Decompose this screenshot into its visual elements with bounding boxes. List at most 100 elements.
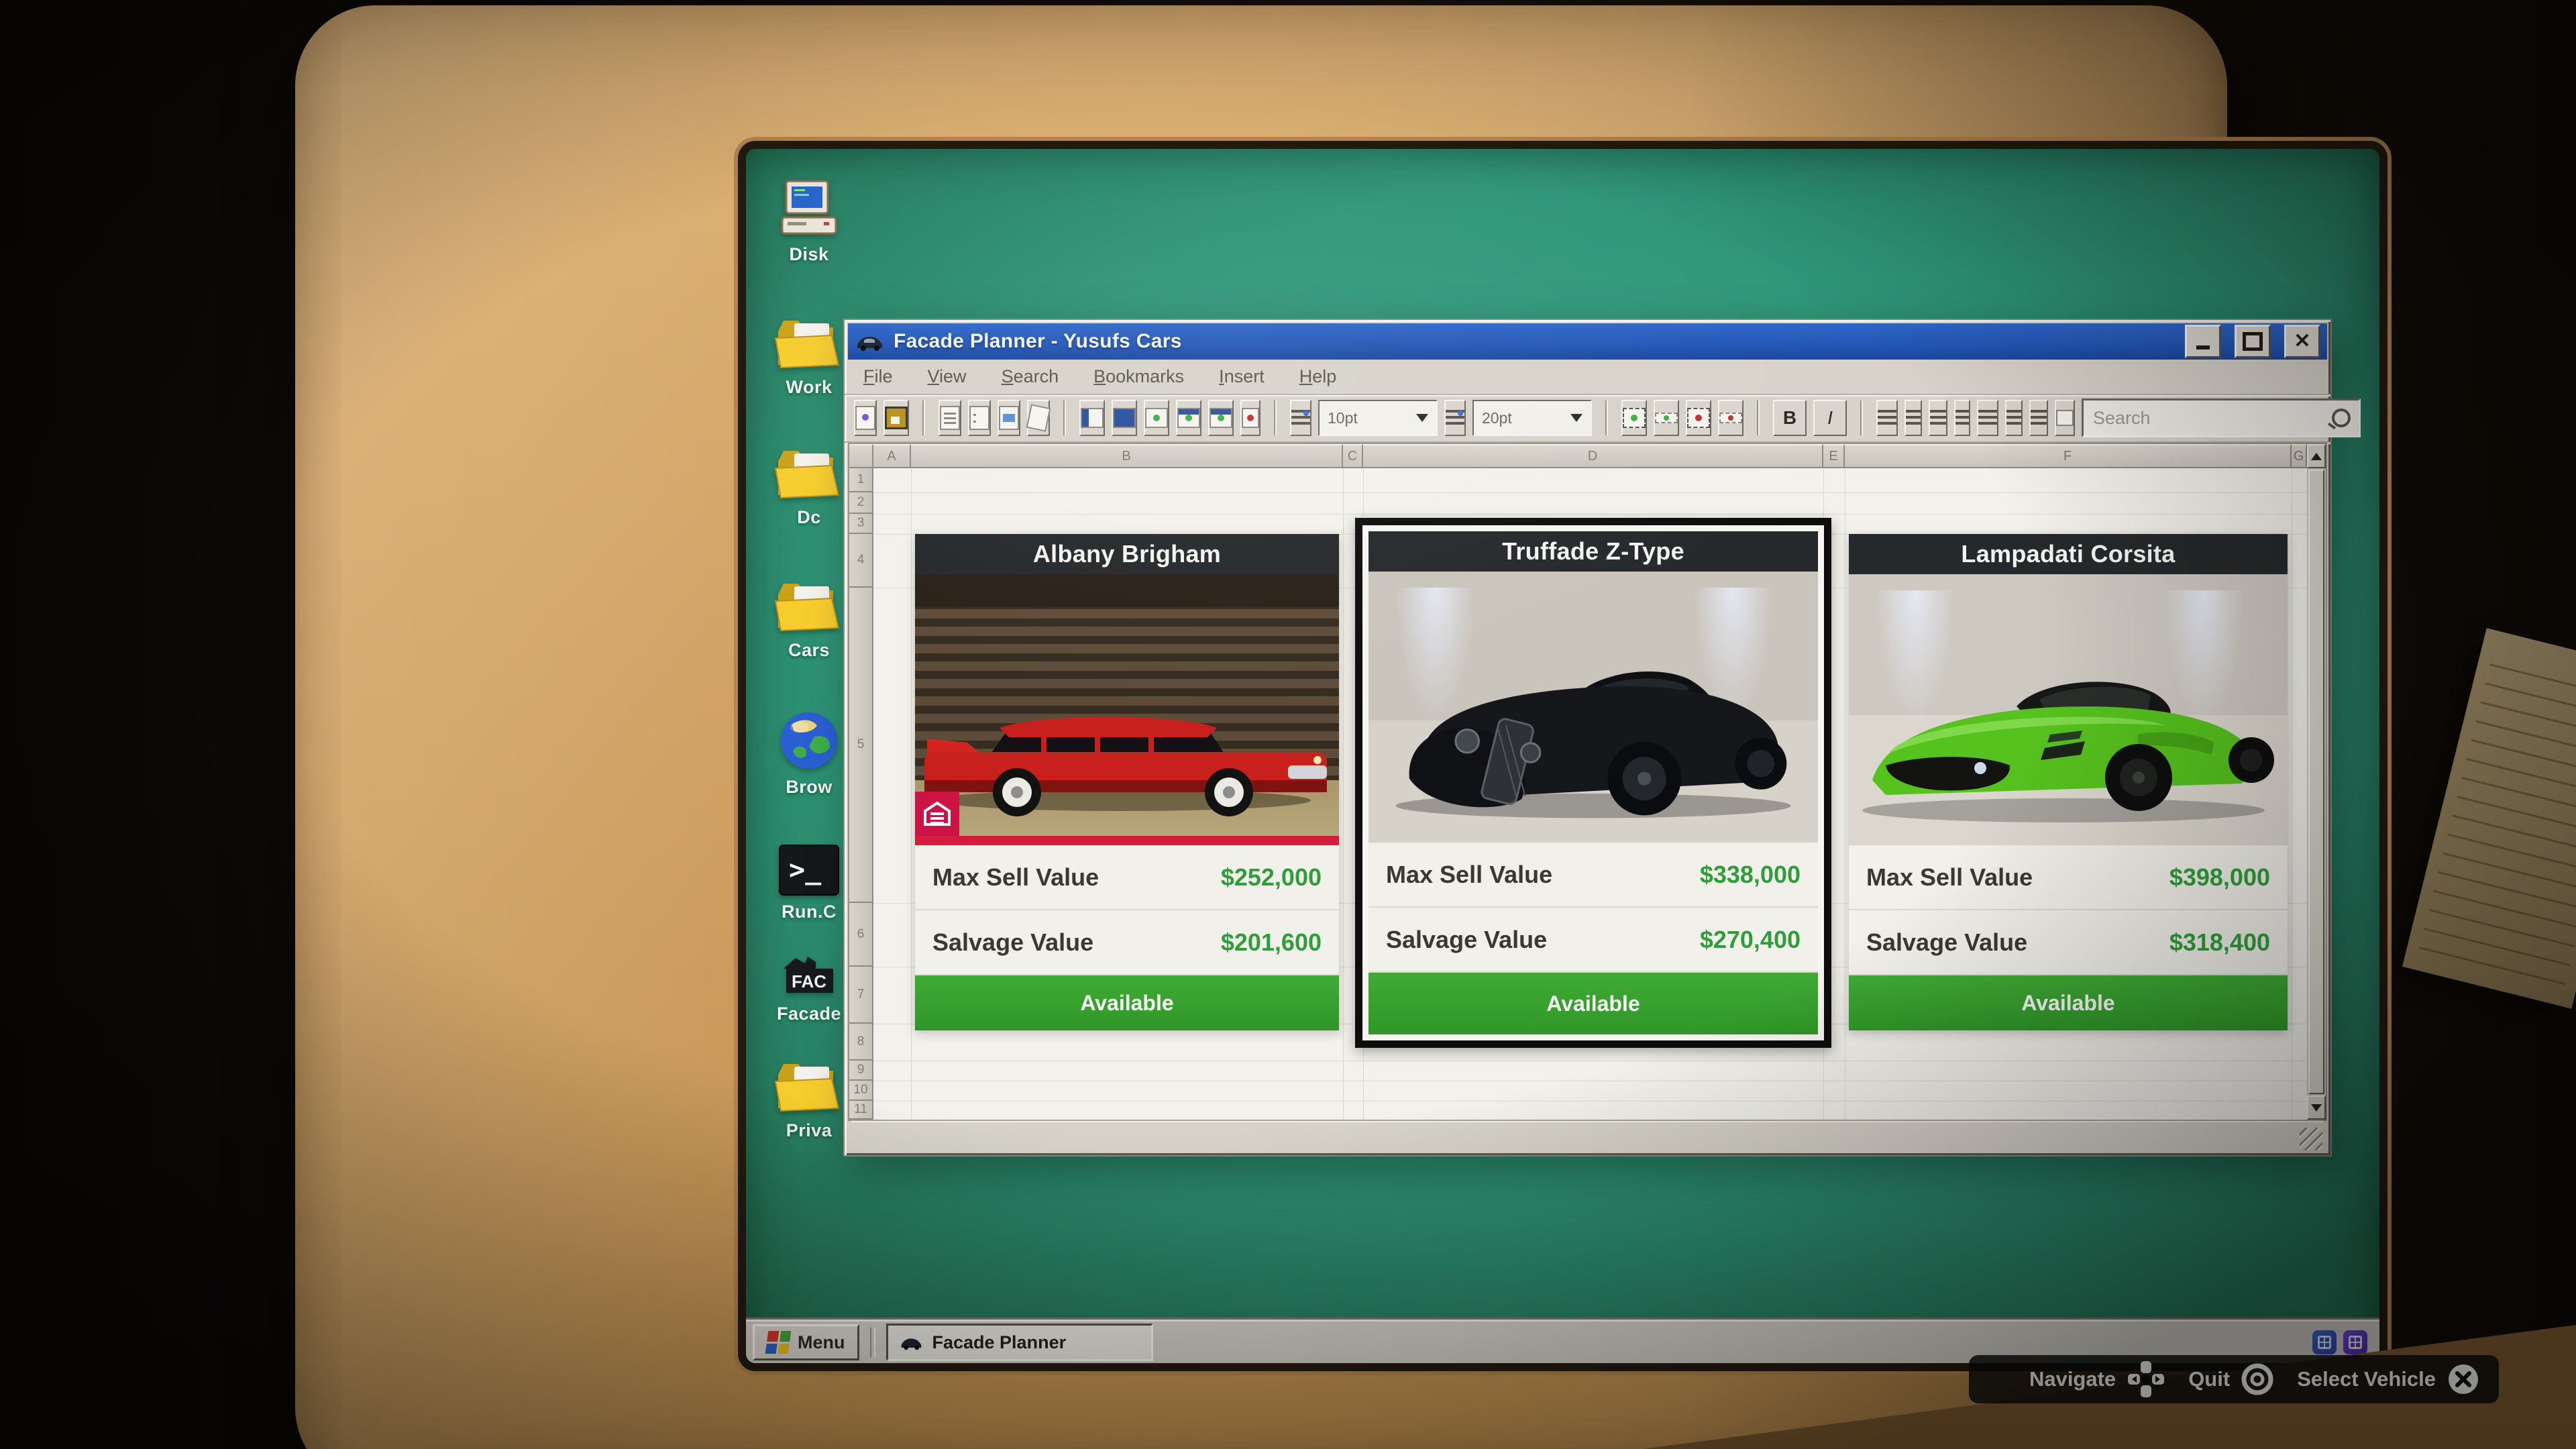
align-justify-button[interactable]	[1876, 400, 1898, 437]
garage-badge	[915, 792, 959, 836]
row-header-3[interactable]: 3	[849, 514, 873, 534]
desktop: Disk Work Dc Cars Brow >_ Run.C FAC Faca…	[738, 141, 2387, 1371]
font-size-large-dropdown[interactable]: 20pt	[1472, 400, 1592, 437]
chevron-down-icon	[1416, 414, 1428, 423]
row-header-4[interactable]: 4	[849, 534, 873, 588]
panel-fill-button[interactable]	[1112, 400, 1137, 437]
window-titlebar[interactable]: Facade Planner - Yusufs Cars ✕	[848, 323, 2327, 360]
column-header-d[interactable]: D	[1363, 444, 1823, 468]
list-large-button[interactable]	[1444, 400, 1466, 437]
vehicle-photo	[1368, 572, 1818, 843]
row-header-5[interactable]: 5	[849, 588, 873, 903]
row-header-11[interactable]: 11	[849, 1101, 873, 1120]
column-headers: A B C D E F G	[849, 444, 2308, 468]
column-header-e[interactable]: E	[1823, 444, 1845, 468]
chevron-down-icon	[1570, 414, 1582, 423]
menu-view[interactable]: View	[928, 366, 967, 387]
available-button[interactable]: Available	[915, 975, 1339, 1030]
wrap-text-button[interactable]	[2055, 400, 2075, 437]
doc-dots-button[interactable]	[968, 400, 991, 437]
panel-green-dot-button[interactable]	[1144, 400, 1169, 437]
bold-button[interactable]: B	[1773, 400, 1807, 437]
row-header-10[interactable]: 10	[849, 1081, 873, 1101]
vehicle-card-title-bar: Truffade Z-Type	[1368, 531, 1818, 572]
vehicle-card-truffade-ztype[interactable]: Truffade Z-Type Max Sell Value $338,000 …	[1368, 531, 1818, 1034]
close-button[interactable]: ✕	[2284, 325, 2320, 359]
start-menu-button[interactable]: Menu	[753, 1324, 859, 1360]
scroll-up-button[interactable]	[2307, 444, 2326, 468]
row-header-7[interactable]: 7	[849, 967, 873, 1024]
scrollbar-thumb[interactable]	[2308, 470, 2324, 1094]
vehicle-card-title-bar: Lampadati Corsita	[1849, 534, 2288, 574]
search-input[interactable]	[2092, 407, 2332, 429]
desktop-icon-label: Disk	[789, 244, 829, 264]
panel-left-button[interactable]	[1079, 400, 1105, 437]
menu-bookmarks[interactable]: Bookmarks	[1093, 366, 1184, 387]
row-insert-green-button[interactable]	[1621, 400, 1647, 437]
panel-top-green2-button[interactable]	[1208, 400, 1234, 437]
toolbar-separator	[1860, 400, 1863, 436]
vehicle-card-selected-border[interactable]: Truffade Z-Type Max Sell Value $338,000 …	[1355, 518, 1831, 1048]
row-header-1[interactable]: 1	[849, 468, 873, 492]
copy-pages-button[interactable]	[1026, 400, 1051, 437]
align-center-button[interactable]	[1929, 400, 1947, 437]
new-file-button[interactable]	[854, 400, 877, 437]
italic-button[interactable]: I	[1813, 400, 1847, 437]
maximize-button[interactable]	[2235, 325, 2271, 359]
toolbar: 10pt 20pt B I	[845, 395, 2361, 443]
hint-label: Navigate	[2029, 1367, 2116, 1391]
row-header-9[interactable]: 9	[849, 1061, 873, 1081]
column-header-f[interactable]: F	[1845, 444, 2292, 468]
available-button[interactable]: Available	[1849, 975, 2288, 1030]
maximize-icon	[2243, 332, 2263, 352]
panel-red-dot-button[interactable]	[1240, 400, 1260, 437]
salvage-value: $201,600	[1220, 928, 1322, 956]
menu-insert[interactable]: Insert	[1219, 366, 1265, 387]
tray-icon-network[interactable]	[2312, 1330, 2337, 1354]
menu-help[interactable]: Help	[1299, 366, 1337, 387]
max-sell-label: Max Sell Value	[1866, 863, 2033, 891]
row-header-6[interactable]: 6	[849, 903, 873, 967]
vehicle-card-albany-brigham[interactable]: Albany Brigham Max Sell Value $252,000 S…	[915, 534, 1339, 1030]
menu-search[interactable]: Search	[1002, 366, 1059, 387]
doc-image-button[interactable]	[998, 400, 1020, 437]
row-insert-red-button[interactable]	[1686, 400, 1711, 437]
toolbar-separator	[1605, 400, 1608, 436]
align-left-button[interactable]	[1904, 400, 1922, 437]
column-header-c[interactable]: C	[1343, 444, 1363, 468]
row-above-green-button[interactable]	[1654, 400, 1679, 437]
tray-icon-display[interactable]	[2343, 1330, 2367, 1354]
panel-top-green-button[interactable]	[1176, 400, 1201, 437]
sheet-grid: A B C D E F G 1 2 3 4 5 6 7 8 9 10 11 Al…	[848, 443, 2308, 1121]
font-size-small-dropdown[interactable]: 10pt	[1318, 400, 1438, 437]
font-size-small-value: 10pt	[1328, 409, 1358, 427]
column-header-a[interactable]: A	[873, 444, 911, 468]
desktop-icon-disk[interactable]: Disk	[755, 180, 863, 265]
scroll-down-button[interactable]	[2307, 1095, 2326, 1120]
save-button[interactable]	[883, 400, 909, 437]
menu-file[interactable]: File	[863, 366, 893, 387]
column-header-b[interactable]: B	[911, 444, 1343, 468]
resize-grip[interactable]	[2300, 1128, 2322, 1150]
os-logo-icon	[765, 1331, 792, 1354]
green-supercar-illustration	[1862, 682, 2274, 822]
row-header-8[interactable]: 8	[849, 1024, 873, 1061]
vehicle-card-lampadati-corsita[interactable]: Lampadati Corsita Max Sell Value $398,00…	[1849, 534, 2288, 1030]
system-tray	[2312, 1330, 2373, 1354]
select-all-corner[interactable]	[849, 444, 873, 468]
valign-bottom-button[interactable]	[2029, 400, 2048, 437]
minimize-button[interactable]	[2185, 325, 2221, 359]
taskbar-active-task[interactable]: Facade Planner	[885, 1324, 1153, 1361]
list-small-button[interactable]	[1290, 400, 1311, 437]
vertical-scrollbar[interactable]	[2307, 443, 2327, 1121]
available-button[interactable]: Available	[1368, 973, 1818, 1034]
valign-middle-button[interactable]	[2005, 400, 2023, 437]
align-right-button[interactable]	[1954, 400, 1970, 437]
row-header-2[interactable]: 2	[849, 492, 873, 514]
vehicle-name: Truffade Z-Type	[1502, 537, 1684, 565]
row-above-red-button[interactable]	[1718, 400, 1743, 437]
doc-lines-button[interactable]	[938, 400, 961, 437]
hint-label: Select Vehicle	[2297, 1367, 2436, 1391]
valign-top-button[interactable]	[1977, 400, 1998, 437]
column-header-g[interactable]: G	[2292, 444, 2308, 468]
